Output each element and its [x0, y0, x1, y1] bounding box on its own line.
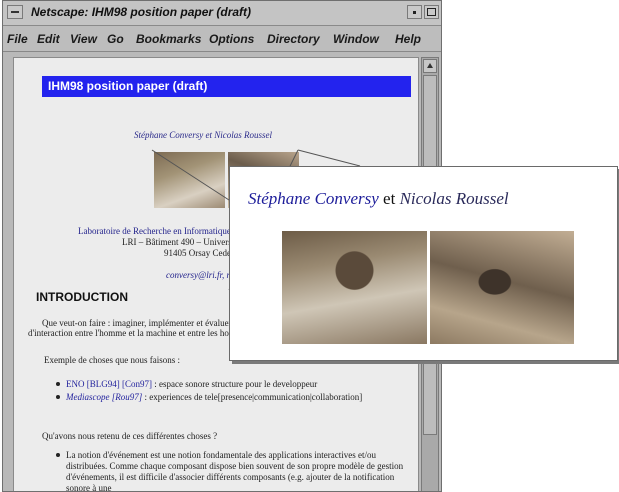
- question-text: Qu'avons nous retenu de ces différentes …: [42, 431, 218, 441]
- findings-list: La notion d'événement est une notion fon…: [56, 450, 406, 492]
- window-menu-button[interactable]: [7, 5, 23, 19]
- menu-edit[interactable]: Edit: [37, 32, 60, 46]
- list-item: ENO [BLG94] [Con97] : espace sonore stru…: [56, 379, 406, 390]
- authors-connector: et: [378, 189, 400, 208]
- menu-view[interactable]: View: [70, 32, 97, 46]
- examples-intro: Exemple de choses que nous faisons :: [44, 355, 180, 365]
- magnified-photo-conversy: [282, 231, 427, 344]
- menu-directory[interactable]: Directory: [267, 32, 320, 46]
- eno-link[interactable]: ENO [BLG94] [Con97]: [66, 379, 152, 389]
- menu-go[interactable]: Go: [107, 32, 124, 46]
- author-photo-conversy: [154, 152, 225, 208]
- event-notion-text: La notion d'événement est une notion fon…: [66, 450, 404, 492]
- menu-bar: File Edit View Go Bookmarks Options Dire…: [3, 26, 441, 52]
- examples-list: ENO [BLG94] [Con97] : espace sonore stru…: [56, 379, 406, 405]
- menu-file[interactable]: File: [7, 32, 28, 46]
- minimize-button[interactable]: [407, 5, 422, 19]
- mediascope-link[interactable]: Mediascope [Rou97]: [66, 392, 142, 402]
- bullet-icon: [56, 395, 60, 399]
- author-name-conversy: Stéphane Conversy: [248, 189, 379, 208]
- author-name-roussel: Nicolas Roussel: [399, 189, 509, 208]
- document-title: IHM98 position paper (draft): [48, 79, 208, 93]
- maximize-button[interactable]: [424, 5, 439, 19]
- magnified-authors-line: Stéphane Conversy et Nicolas Roussel: [248, 189, 509, 209]
- list-item: La notion d'événement est une notion fon…: [56, 450, 406, 492]
- menu-window[interactable]: Window: [333, 32, 379, 46]
- menu-bookmarks[interactable]: Bookmarks: [136, 32, 201, 46]
- bullet-icon: [56, 382, 60, 386]
- list-item: Mediascope [Rou97] : experiences de tele…: [56, 392, 406, 403]
- menu-help[interactable]: Help: [395, 32, 421, 46]
- menu-options[interactable]: Options: [209, 32, 254, 46]
- scroll-up-arrow-icon[interactable]: [423, 59, 437, 73]
- title-bar[interactable]: Netscape: IHM98 position paper (draft): [3, 1, 441, 26]
- example2-text: : experiences de tele[presence|communica…: [142, 392, 363, 402]
- section-heading-introduction: INTRODUCTION: [36, 290, 128, 304]
- magnified-authors-panel: Stéphane Conversy et Nicolas Roussel: [229, 166, 618, 361]
- window-title: Netscape: IHM98 position paper (draft): [31, 5, 252, 19]
- magnified-photo-roussel: [430, 231, 574, 344]
- document-header-bar: IHM98 position paper (draft): [42, 76, 411, 97]
- bullet-icon: [56, 453, 60, 457]
- example1-text: : espace sonore structure pour le develo…: [152, 379, 318, 389]
- authors-line: Stéphane Conversy et Nicolas Roussel: [134, 130, 272, 140]
